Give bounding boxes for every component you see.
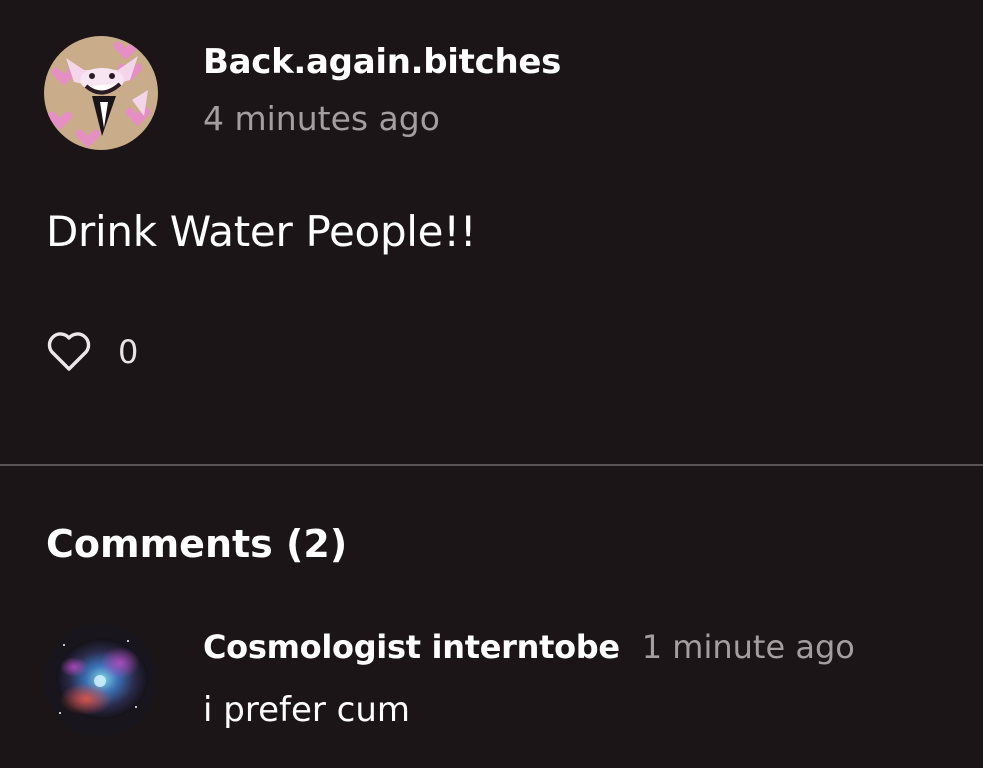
post-author-name[interactable]: Back.again.bitches (203, 42, 561, 82)
like-count: 0 (118, 333, 139, 371)
comment-timestamp: 1 minute ago (641, 628, 855, 666)
comment-author-name[interactable]: Cosmologist interntobe (203, 628, 620, 666)
nebula-avatar-icon (44, 623, 158, 737)
post-body-text: Drink Water People!! (46, 207, 477, 256)
profile-avatar-icon (44, 36, 158, 150)
post-timestamp: 4 minutes ago (203, 99, 440, 138)
comment-author-avatar[interactable] (44, 623, 158, 737)
post-author-avatar[interactable] (44, 36, 158, 150)
comment-text: i prefer cum (203, 690, 411, 730)
comments-heading: Comments (2) (46, 522, 348, 566)
like-row: 0 (46, 330, 138, 374)
comment-header: Cosmologist interntobe 1 minute ago (203, 628, 855, 666)
post-detail-page: Back.again.bitches 4 minutes ago Drink W… (0, 0, 983, 768)
heart-icon[interactable] (46, 331, 92, 373)
section-divider (0, 464, 983, 466)
